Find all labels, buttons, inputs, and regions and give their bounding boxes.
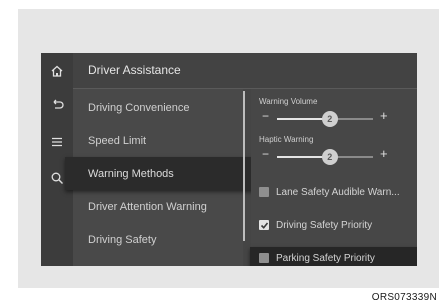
parking-safety-checkbox[interactable]: [259, 253, 269, 263]
haptic-warning-label: Haptic Warning: [259, 135, 314, 144]
menu-item-driving-convenience[interactable]: Driving Convenience: [73, 91, 243, 124]
back-icon[interactable]: [41, 91, 73, 119]
parking-safety-label: Parking Safety Priority: [276, 252, 375, 264]
menu-item-driver-attention-warning[interactable]: Driver Attention Warning: [73, 190, 243, 223]
parking-safety-priority-option[interactable]: Parking Safety Priority: [250, 247, 417, 266]
warning-volume-label: Warning Volume: [259, 97, 318, 106]
haptic-plus-button[interactable]: +: [380, 146, 388, 161]
driving-safety-priority-option[interactable]: Driving Safety Priority: [259, 214, 417, 236]
page-title: Driver Assistance: [88, 63, 181, 77]
settings-menu: Driving Convenience Speed Limit Warning …: [65, 89, 275, 266]
volume-minus-button[interactable]: −: [262, 109, 269, 123]
infotainment-screen: Driver Assistance Driving Convenience Sp…: [41, 53, 417, 266]
volume-plus-button[interactable]: +: [380, 108, 388, 123]
menu-scrollbar[interactable]: [243, 91, 245, 241]
figure-code: ORS073339N: [371, 292, 437, 303]
menu-item-driving-safety[interactable]: Driving Safety: [73, 223, 243, 256]
haptic-warning-slider[interactable]: − 2 +: [259, 146, 399, 165]
lane-safety-label: Lane Safety Audible Warn...: [276, 186, 400, 198]
home-icon[interactable]: [41, 57, 73, 85]
driving-safety-checkbox[interactable]: [259, 220, 269, 230]
haptic-minus-button[interactable]: −: [262, 147, 269, 161]
warning-volume-slider[interactable]: − 2 +: [259, 108, 399, 127]
volume-slider-knob[interactable]: 2: [321, 111, 338, 127]
lane-safety-checkbox[interactable]: [259, 187, 269, 197]
lane-safety-audible-option[interactable]: Lane Safety Audible Warn...: [259, 181, 417, 203]
driving-safety-label: Driving Safety Priority: [276, 219, 373, 231]
menu-icon[interactable]: [41, 128, 73, 156]
haptic-slider-knob[interactable]: 2: [321, 149, 338, 165]
screen-header: Driver Assistance: [73, 53, 417, 89]
menu-item-speed-limit[interactable]: Speed Limit: [73, 124, 243, 157]
settings-panel: Warning Volume − 2 + Haptic Warning − 2 …: [250, 89, 417, 266]
